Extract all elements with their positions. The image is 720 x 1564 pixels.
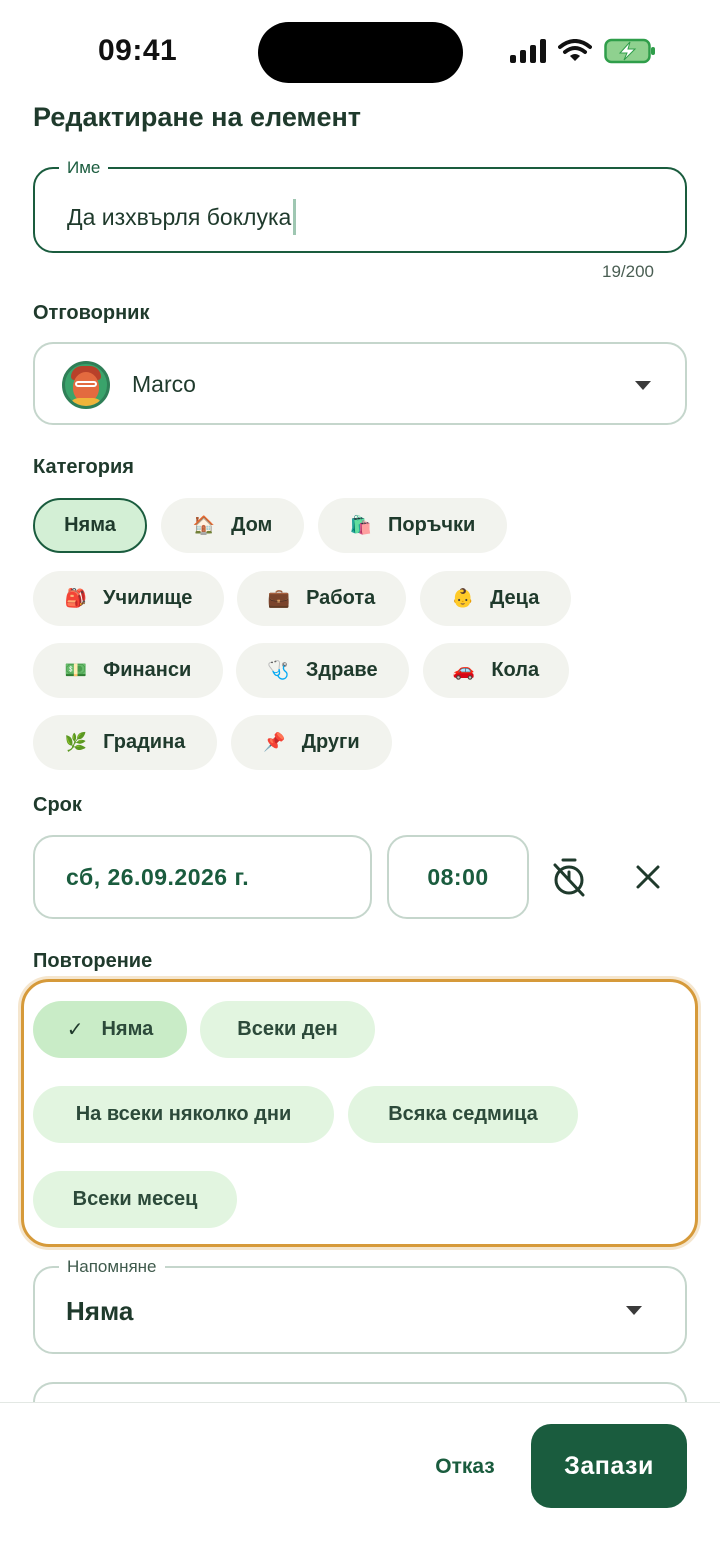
stethoscope-icon: 🩺	[267, 660, 290, 680]
cellular-signal-icon	[510, 39, 546, 63]
herb-icon: 🌿	[64, 732, 88, 752]
repeat-chip-monthly[interactable]: Всеки месец	[33, 1171, 237, 1228]
edit-item-screen: 09:41 Редактиране на елемент Име Да изхв…	[0, 0, 720, 1564]
backpack-icon: 🎒	[64, 588, 88, 608]
save-button[interactable]: Запази	[531, 1424, 687, 1508]
assignee-name: Marco	[132, 371, 196, 397]
clear-date-icon[interactable]	[624, 853, 672, 901]
category-chip-health[interactable]: 🩺 Здраве	[236, 643, 409, 698]
reminder-dropdown[interactable]: Напомняне Няма	[33, 1257, 687, 1354]
category-chip-work[interactable]: 💼 Работа	[237, 571, 406, 626]
name-field[interactable]: Име Да изхвърля боклука	[33, 158, 687, 253]
page-title: Редактиране на елемент	[33, 102, 361, 132]
repeat-chip-none[interactable]: ✓ Няма	[33, 1001, 187, 1058]
avatar	[62, 361, 110, 409]
category-chip-finance[interactable]: 💵 Финанси	[33, 643, 223, 698]
category-chip-home[interactable]: 🏠 Дом	[161, 498, 304, 553]
status-icons	[510, 38, 656, 64]
status-time: 09:41	[98, 34, 178, 67]
repeat-chip-daily[interactable]: Всеки ден	[200, 1001, 375, 1058]
category-chip-school[interactable]: 🎒 Училище	[33, 571, 224, 626]
category-label: Категория	[33, 456, 134, 478]
category-chip-other[interactable]: 📌 Други	[231, 715, 392, 770]
time-picker-field[interactable]: 08:00	[387, 835, 529, 919]
assignee-label: Отговорник	[33, 302, 150, 324]
baby-icon: 👶	[451, 588, 475, 608]
category-chip-kids[interactable]: 👶 Деца	[420, 571, 571, 626]
reminder-label: Напомняне	[59, 1257, 165, 1277]
char-counter: 19/200	[602, 262, 654, 281]
timer-off-icon[interactable]	[545, 853, 593, 901]
assignee-dropdown[interactable]: Marco	[33, 342, 687, 425]
briefcase-icon: 💼	[267, 588, 291, 608]
pushpin-icon: 📌	[263, 732, 286, 752]
name-input-value[interactable]: Да изхвърля боклука	[67, 204, 291, 231]
category-chip-garden[interactable]: 🌿 Градина	[33, 715, 217, 770]
category-chip-none[interactable]: Няма	[33, 498, 147, 553]
category-chip-orders[interactable]: 🛍️ Поръчки	[318, 498, 507, 553]
wifi-icon	[558, 39, 592, 61]
chevron-down-icon[interactable]	[635, 381, 651, 390]
chevron-down-icon[interactable]	[626, 1306, 642, 1315]
dynamic-island	[258, 22, 463, 83]
repeat-chip-every-few-days[interactable]: На всеки няколко дни	[33, 1086, 334, 1143]
house-icon: 🏠	[192, 515, 216, 535]
shopping-bags-icon: 🛍️	[349, 515, 373, 535]
car-icon: 🚗	[452, 660, 476, 680]
name-field-label: Име	[59, 158, 109, 178]
repeat-label: Повторение	[33, 950, 153, 972]
category-chip-car[interactable]: 🚗 Кола	[423, 643, 569, 698]
deadline-label: Срок	[33, 794, 82, 816]
reminder-value: Няма	[66, 1296, 134, 1326]
text-caret	[293, 199, 297, 235]
repeat-chip-weekly[interactable]: Всяка седмица	[348, 1086, 578, 1143]
battery-charging-icon	[604, 38, 655, 64]
cancel-button[interactable]: Отказ	[420, 1445, 510, 1489]
check-icon: ✓	[66, 1019, 84, 1041]
money-icon: 💵	[64, 660, 88, 680]
date-picker-field[interactable]: сб, 26.09.2026 г.	[33, 835, 372, 919]
